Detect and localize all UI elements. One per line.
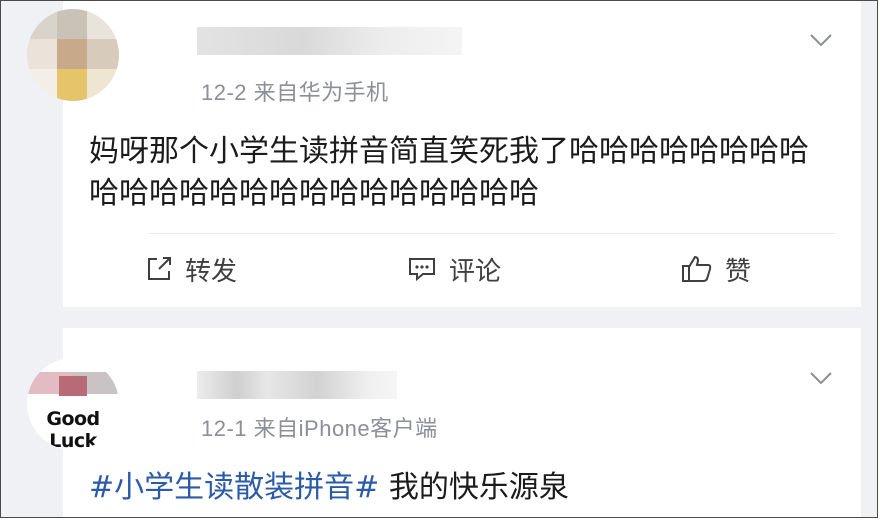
- hashtag-link[interactable]: #小学生读散装拼音#: [89, 470, 379, 505]
- post-content: 妈呀那个小学生读拼音简直笑死我了哈哈哈哈哈哈哈哈哈哈哈哈哈哈哈哈哈哈哈哈哈哈哈: [89, 134, 809, 211]
- avatar-blurred[interactable]: [27, 9, 119, 101]
- post-text: 我的快乐源泉: [379, 470, 569, 505]
- comment-label: 评论: [449, 256, 502, 287]
- avatar-text: Good Luck: [46, 408, 100, 450]
- thumbs-up-icon: [682, 255, 712, 282]
- comment-icon: [409, 258, 435, 282]
- like-label: 赞: [725, 256, 752, 287]
- action-divider: [149, 233, 835, 234]
- repost-button[interactable]: 转发: [145, 249, 237, 289]
- avatar-good-luck[interactable]: Good Luck: [27, 358, 119, 450]
- comment-button[interactable]: 评论: [407, 249, 501, 289]
- post-meta: 12-2 来自华为手机: [201, 80, 389, 105]
- repost-label: 转发: [185, 256, 238, 287]
- like-button[interactable]: 赞: [681, 249, 751, 289]
- screenshot-frame: 12-2 来自华为手机 妈呀那个小学生读拼音简直笑死我了哈哈哈哈哈哈哈哈哈哈哈哈…: [0, 0, 878, 518]
- chevron-down-icon[interactable]: [809, 33, 833, 47]
- share-icon: [148, 257, 171, 280]
- username-blurred[interactable]: [197, 27, 462, 55]
- post-content: #小学生读散装拼音# 我的快乐源泉: [89, 467, 829, 509]
- post-meta: 12-1 来自iPhone客户端: [201, 416, 438, 441]
- username-blurred[interactable]: [197, 371, 397, 399]
- chevron-down-icon[interactable]: [809, 371, 833, 385]
